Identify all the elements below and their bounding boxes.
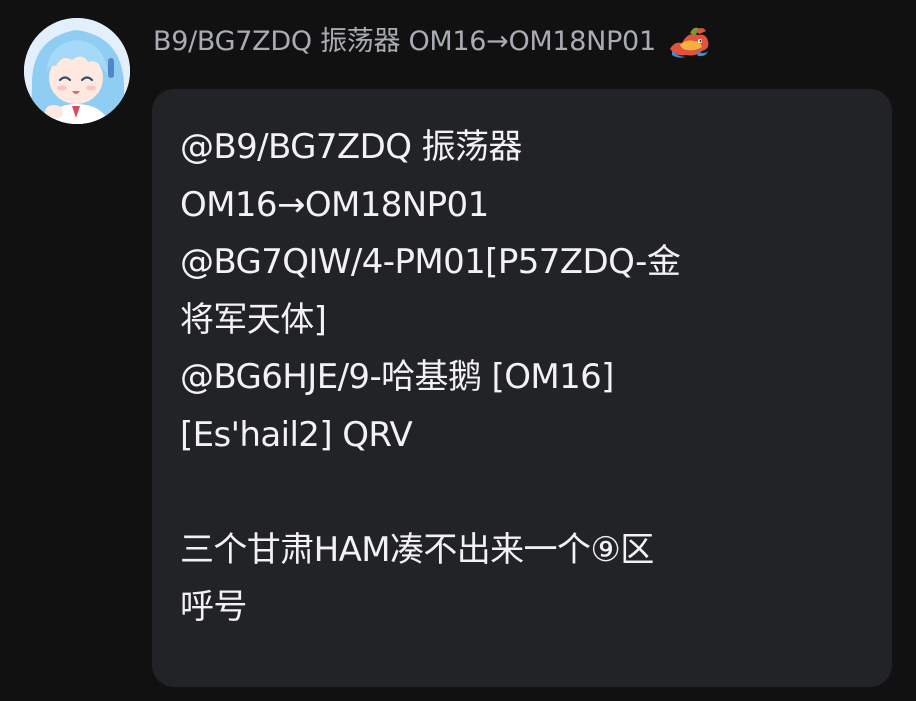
sender-name[interactable]: B9/BG7ZDQ 振荡器 OM16→OM18NP01: [153, 22, 656, 62]
message-text: @B9/BG7ZDQ 振荡器 OM16→OM18NP01 @BG7QIW/4-P…: [180, 127, 681, 627]
message-header: B9/BG7ZDQ 振荡器 OM16→OM18NP01: [153, 22, 712, 62]
sender-avatar[interactable]: [24, 18, 130, 124]
message-bubble[interactable]: @B9/BG7ZDQ 振荡器 OM16→OM18NP01 @BG7QIW/4-P…: [152, 89, 892, 687]
dragon-badge-icon: [666, 23, 712, 61]
anime-avatar-icon: [24, 18, 130, 124]
